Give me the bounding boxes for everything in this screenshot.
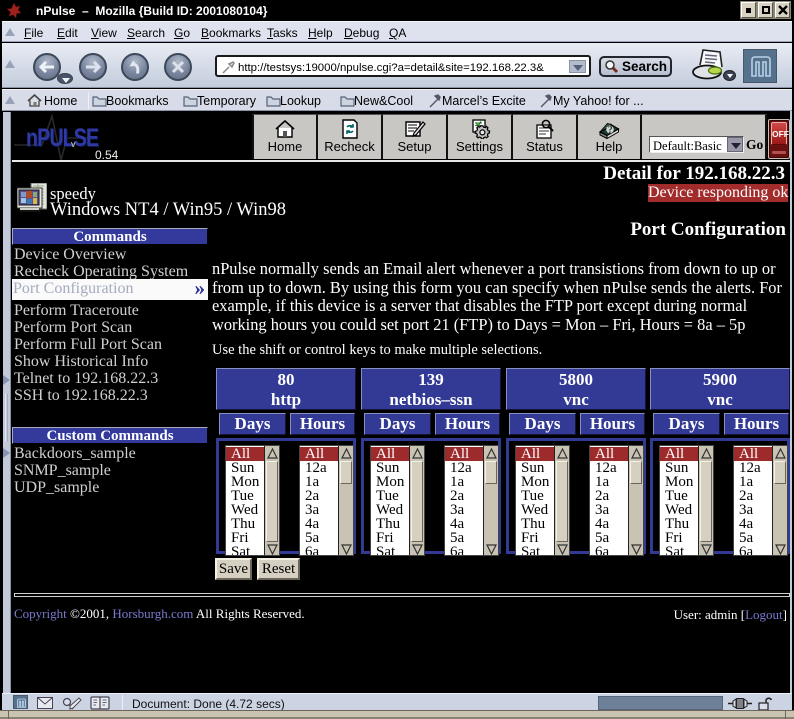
- svg-text:?: ?: [608, 125, 613, 136]
